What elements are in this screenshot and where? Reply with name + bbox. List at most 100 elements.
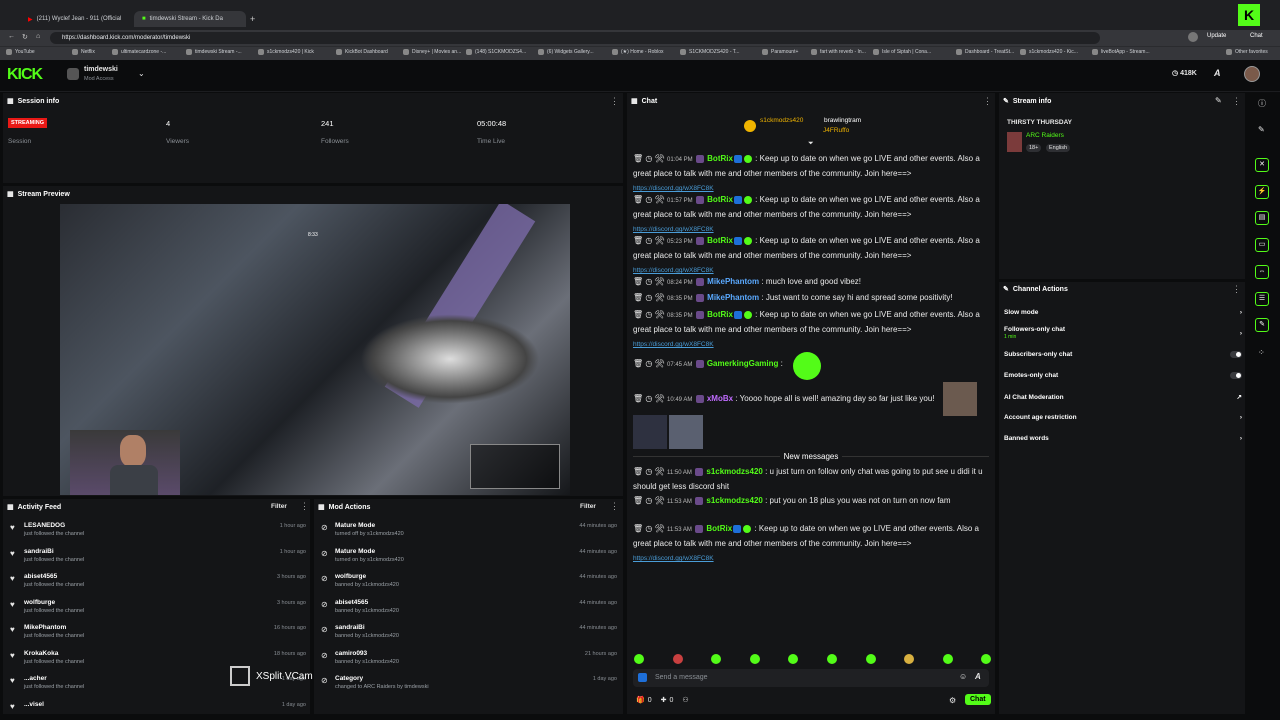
bookmark-item[interactable]: fart with reverb - In... xyxy=(811,49,866,55)
discord-link[interactable]: https://discord.gg/wX8FC8K xyxy=(633,341,714,348)
delete-icon[interactable]: 🗑 xyxy=(633,496,643,505)
bookmark-item[interactable]: (6) Widgets Gallery... xyxy=(538,49,594,55)
top-gifter-name[interactable]: J4FRuffo xyxy=(823,127,849,134)
chat-message[interactable]: 🗑 ◷ ⚒ 01:04 PM BotRix : Keep up to date … xyxy=(633,152,993,196)
bookmark-item[interactable]: timdewski Stream -... xyxy=(186,49,242,55)
timeout-icon[interactable]: ◷ xyxy=(645,277,652,286)
timeout-icon[interactable]: ◷ xyxy=(645,394,652,403)
ban-icon[interactable]: ⚒ xyxy=(655,524,665,533)
timeout-icon[interactable]: ◷ xyxy=(645,293,652,302)
emote-button[interactable] xyxy=(672,654,683,664)
update-button[interactable]: Update xyxy=(1207,33,1226,39)
timeout-icon[interactable]: ◷ xyxy=(645,496,652,505)
emote-button[interactable] xyxy=(749,654,760,664)
ban-icon[interactable]: ⚒ xyxy=(655,359,665,368)
top-gifter-name[interactable]: brawlingtram xyxy=(824,117,861,124)
list-item[interactable]: ⊘ Category changed to ARC Raiders by timde… xyxy=(321,675,617,690)
message-username[interactable]: BotRix xyxy=(707,236,733,245)
list-item[interactable]: ♥ LESANEDOG just followed the channel 1 hou… xyxy=(10,522,306,537)
discord-link[interactable]: https://discord.gg/wX8FC8K xyxy=(633,555,714,562)
kick-ai-icon[interactable] xyxy=(638,673,647,682)
chat-message[interactable]: 🗑 ◷ ⚒ 11:50 AM s1ckmodzs420 : u just tur… xyxy=(633,465,993,494)
bookmark-item[interactable]: Netflix xyxy=(72,49,95,55)
message-username[interactable]: MikePhantom xyxy=(707,277,759,286)
chat-message[interactable]: 🗑 ◷ ⚒ 05:23 PM BotRix : Keep up to date … xyxy=(633,234,993,278)
bookmark-item[interactable]: Disney+ | Movies an... xyxy=(403,49,461,55)
timeout-icon[interactable]: ◷ xyxy=(645,154,652,163)
more-icon[interactable]: ⋮ xyxy=(610,501,619,512)
list-item[interactable]: ♥ sandraiBi just followed the channel 1 hou… xyxy=(10,548,306,563)
copilot-chat-button[interactable]: Chat xyxy=(1250,33,1263,39)
chat-input-box[interactable]: Send a message ☺ A xyxy=(633,669,989,687)
list-item[interactable]: ♥ wolfburge just followed the channel 3 hou… xyxy=(10,599,306,614)
ban-icon[interactable]: ⚒ xyxy=(655,310,665,319)
chevron-down-icon[interactable]: ⌄ xyxy=(138,69,145,78)
profile-avatar[interactable] xyxy=(1188,32,1198,42)
message-username[interactable]: BotRix xyxy=(707,154,733,163)
delete-icon[interactable]: 🗑 xyxy=(633,467,643,476)
rail-tool-icon[interactable]: ✎ xyxy=(1255,318,1269,332)
rail-layout-icon[interactable]: ☰ xyxy=(1255,292,1269,306)
bookmark-item[interactable]: s1ckmodzs420 | Kick xyxy=(258,49,314,55)
timeout-icon[interactable]: ◷ xyxy=(645,467,652,476)
list-item[interactable]: ⊘ wolfburge banned by s1ckmodzs420 44 minut… xyxy=(321,573,617,588)
user-icon[interactable]: ⚇ xyxy=(682,696,688,704)
bookmark-item[interactable]: liveBotApp - Stream... xyxy=(1092,49,1150,55)
browser-tab[interactable]: ▶ (211) Wyclef Jean - 911 (Official xyxy=(20,11,132,27)
ai-icon[interactable]: A xyxy=(975,672,981,681)
rail-split-icon[interactable]: ⇔ xyxy=(1255,265,1269,279)
bookmark-item[interactable]: Other favorites xyxy=(1226,49,1268,55)
more-icon[interactable]: ⋮ xyxy=(983,96,992,107)
kick-logo[interactable]: KICK xyxy=(7,66,43,84)
message-username[interactable]: MikePhantom xyxy=(707,293,759,302)
category-link[interactable]: ARC Raiders xyxy=(1026,132,1064,139)
banned-words-row[interactable]: Banned words › xyxy=(1004,435,1242,442)
list-item[interactable]: ♥ abiset4565 just followed the channel 3 ho… xyxy=(10,573,306,588)
delete-icon[interactable]: 🗑 xyxy=(633,310,643,319)
bookmark-item[interactable]: ultimatecardzone -... xyxy=(112,49,166,55)
delete-icon[interactable]: 🗑 xyxy=(633,293,643,302)
timeout-icon[interactable]: ◷ xyxy=(645,195,652,204)
bookmark-item[interactable]: Isle of Siptah | Cona... xyxy=(873,49,931,55)
emotes-only-toggle[interactable] xyxy=(1230,372,1242,379)
bookmark-item[interactable]: (148) S1CKMODZS4... xyxy=(466,49,526,55)
delete-icon[interactable]: 🗑 xyxy=(633,277,643,286)
bookmark-item[interactable]: Dashboard - TreatSt... xyxy=(956,49,1014,55)
delete-icon[interactable]: 🗑 xyxy=(633,524,643,533)
new-tab-icon[interactable]: + xyxy=(250,14,255,24)
discord-link[interactable]: https://discord.gg/wX8FC8K xyxy=(633,267,714,274)
delete-icon[interactable]: 🗑 xyxy=(633,195,643,204)
chat-message[interactable]: 🗑 ◷ ⚒ 08:35 PM MikePhantom : Just want t… xyxy=(633,291,993,306)
message-username[interactable]: xMoBx xyxy=(707,394,733,403)
subscribers-only-toggle[interactable] xyxy=(1230,351,1242,358)
chat-message[interactable]: 🗑 ◷ ⚒ 10:49 AM xMoBx : Yoooo hope all is… xyxy=(633,392,993,407)
top-gifter-name[interactable]: s1ckmodzs420 xyxy=(760,117,803,124)
mod-filter-button[interactable]: Filter xyxy=(580,503,596,510)
account-age-row[interactable]: Account age restriction › xyxy=(1004,414,1242,421)
timeout-icon[interactable]: ◷ xyxy=(645,359,652,368)
timeout-icon[interactable]: ◷ xyxy=(645,524,652,533)
delete-icon[interactable]: 🗑 xyxy=(633,394,643,403)
ai-moderation-row[interactable]: AI Chat Moderation ↗ xyxy=(1004,393,1242,402)
bookmark-item[interactable]: s1ckmodzs420 - Kic... xyxy=(1020,49,1078,55)
send-chat-button[interactable]: Chat xyxy=(965,694,991,705)
filter-icon[interactable]: ⏷ xyxy=(808,140,814,148)
message-username[interactable]: GamerkingGaming xyxy=(707,359,779,368)
emote-button[interactable] xyxy=(634,654,644,664)
bookmark-item[interactable]: S1CKMODZS420 - T... xyxy=(680,49,739,55)
chat-message[interactable]: 🗑 ◷ ⚒ 11:53 AM BotRix : Keep up to date … xyxy=(633,522,993,566)
settings-icon[interactable]: ⚙ xyxy=(949,696,956,705)
chat-message[interactable]: 🗑 ◷ ⚒ 01:57 PM BotRix : Keep up to date … xyxy=(633,193,993,237)
list-item[interactable]: ⊘ abiset4565 banned by s1ckmodzs420 44 minu… xyxy=(321,599,617,614)
bookmark-item[interactable]: YouTube xyxy=(6,49,35,55)
delete-icon[interactable]: 🗑 xyxy=(633,154,643,163)
ban-icon[interactable]: ⚒ xyxy=(655,394,665,403)
ban-icon[interactable]: ⚒ xyxy=(655,195,665,204)
browser-tab-active[interactable]: ■ timdewski Stream - Kick Da xyxy=(134,11,246,27)
rail-chat-icon[interactable]: ▭ xyxy=(1255,238,1269,252)
more-icon[interactable]: ⋮ xyxy=(1232,284,1241,295)
delete-icon[interactable]: 🗑 xyxy=(633,359,643,368)
emoji-icon[interactable]: ☺ xyxy=(959,672,967,681)
list-item[interactable]: ♥ ...visel 1 day ago xyxy=(10,701,306,711)
bookmark-item[interactable]: Paramount+ xyxy=(762,49,798,55)
